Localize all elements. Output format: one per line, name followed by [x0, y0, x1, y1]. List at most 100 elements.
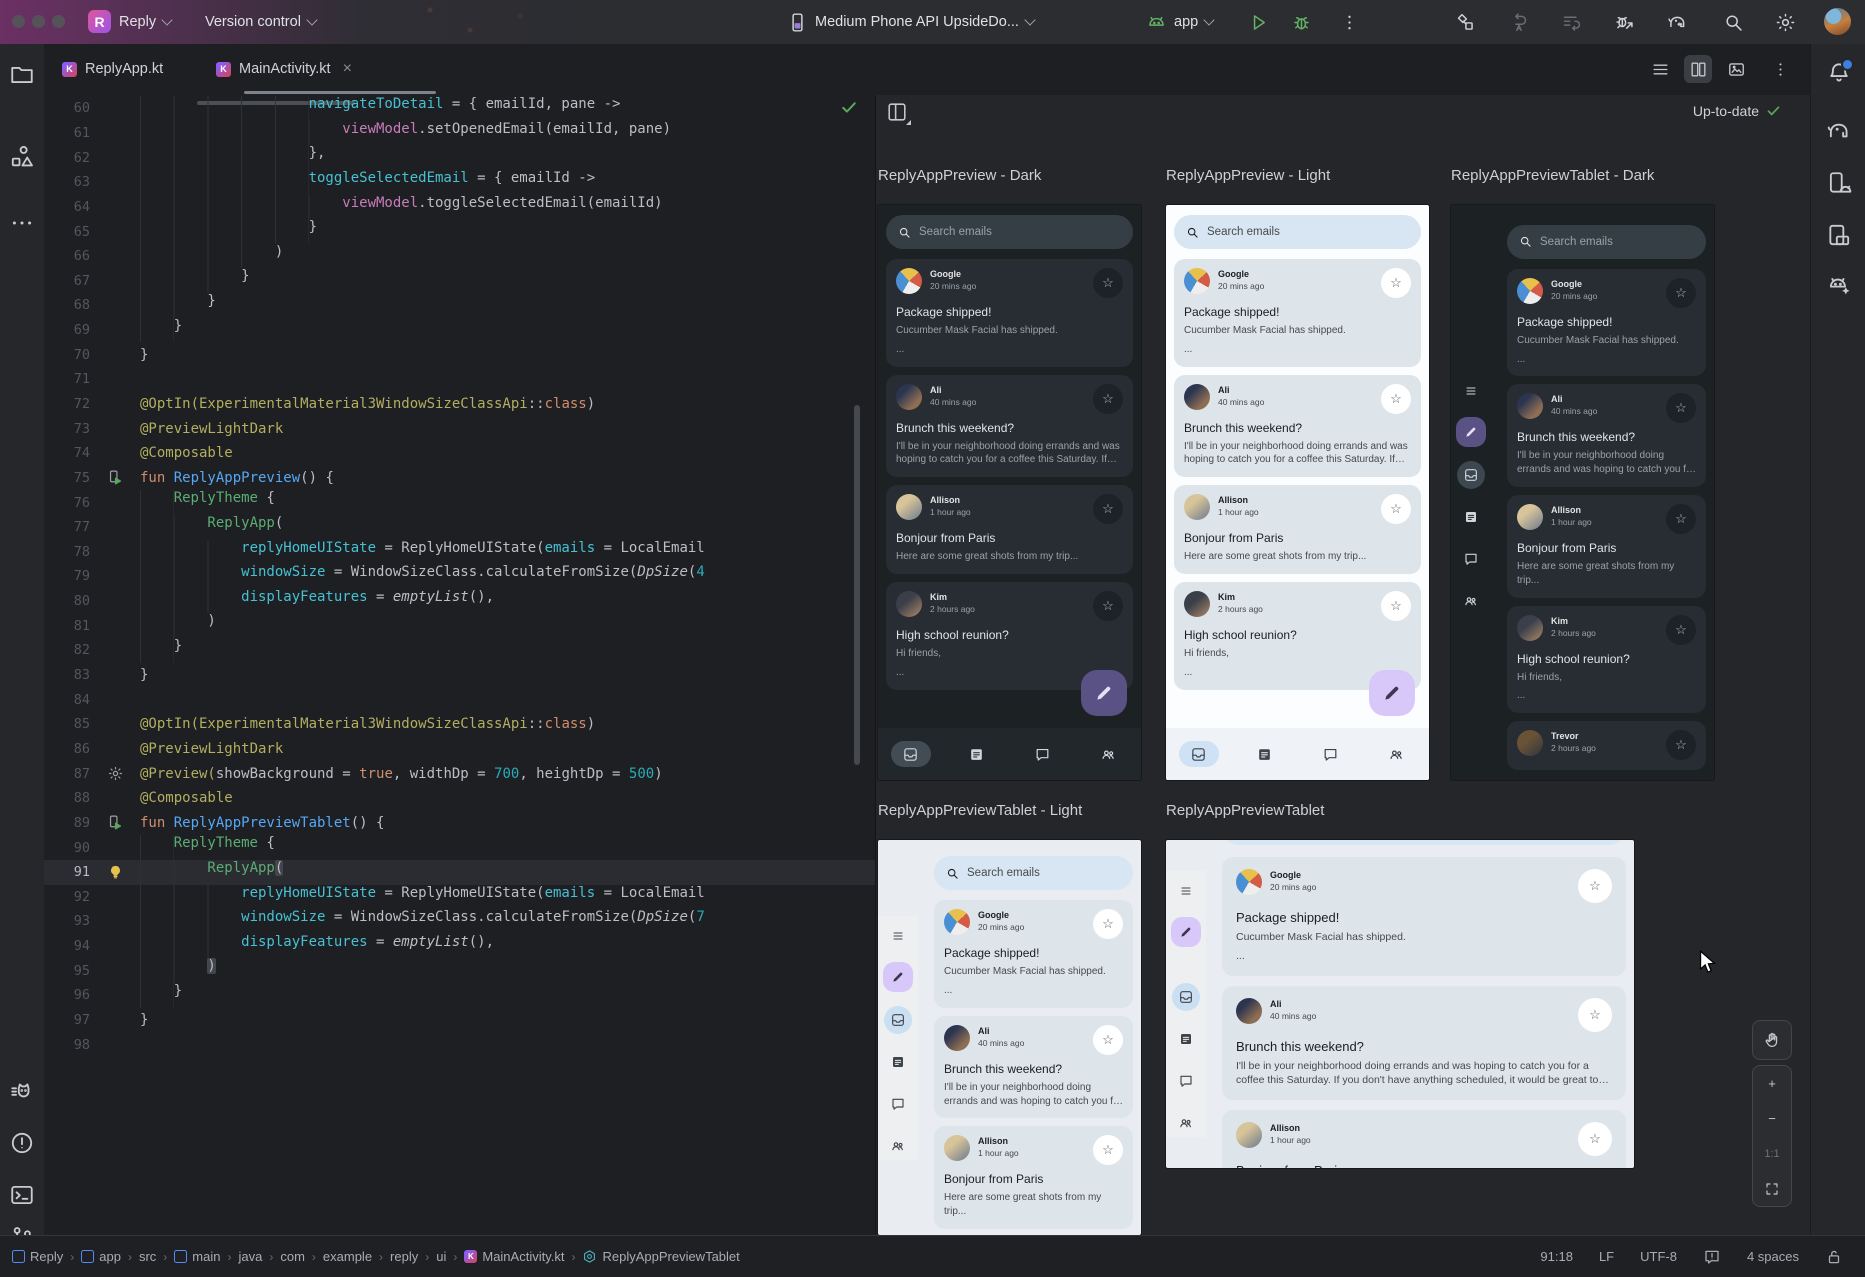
star-icon: ☆ — [1102, 916, 1114, 932]
breadcrumb-item[interactable]: java — [238, 1249, 262, 1264]
window-controls[interactable] — [12, 15, 72, 33]
hand-icon — [1763, 1031, 1781, 1049]
build-button[interactable] — [1450, 7, 1480, 37]
project-tool-button[interactable] — [9, 62, 35, 88]
lock-open-icon[interactable] — [1825, 1248, 1843, 1266]
title-bar: R Reply Version control Medium Phone API… — [0, 0, 1865, 45]
ali-avatar — [944, 1025, 970, 1051]
nav-chat-icon — [884, 1090, 912, 1118]
device-manager-button[interactable] — [1826, 170, 1852, 196]
project-widget[interactable]: Reply — [119, 0, 171, 44]
email-time: 2 hours ago — [1218, 604, 1263, 614]
close-icon[interactable]: × — [343, 60, 352, 78]
line-separator-widget[interactable]: LF — [1599, 1249, 1614, 1264]
logcat-tool-button[interactable] — [9, 1078, 35, 1104]
preview-list-mode-button[interactable] — [1646, 55, 1674, 83]
code-line: 84 — [44, 687, 875, 712]
device-selector[interactable]: Medium Phone API UpsideDo... — [787, 0, 1034, 44]
search-everywhere-button[interactable] — [1718, 7, 1748, 37]
encoding-widget[interactable]: UTF-8 — [1640, 1249, 1677, 1264]
zoom-in-button[interactable]: + — [1753, 1067, 1791, 1101]
breadcrumb-item[interactable]: reply — [390, 1249, 418, 1264]
chevron-down-icon — [161, 14, 172, 25]
code-line: 86@PreviewLightDark — [44, 737, 875, 762]
reply-app-preview: Search emails Google20 mins ago ☆Package… — [878, 840, 1141, 1235]
star-button: ☆ — [1093, 268, 1123, 298]
line-number: 69 — [44, 322, 90, 338]
layout-switch-icon[interactable] — [886, 101, 908, 123]
notifications-button[interactable] — [1826, 60, 1852, 86]
notifications-widget-icon[interactable] — [1703, 1248, 1721, 1266]
email-list-item: Allison1 hour ago ☆Bonjour from ParisHer… — [886, 485, 1133, 574]
breadcrumb-item[interactable]: main — [174, 1249, 220, 1264]
vcs-widget[interactable]: Version control — [205, 0, 316, 44]
gradle-tool-button[interactable] — [1826, 118, 1852, 144]
search-placeholder: Search emails — [1540, 236, 1613, 248]
zoom-to-fit-button[interactable] — [1753, 1172, 1791, 1206]
attach-debugger-button[interactable] — [1609, 7, 1639, 37]
breadcrumb-item[interactable]: ReplyAppPreviewTablet — [582, 1249, 739, 1264]
apply-code-changes-button[interactable] — [1556, 7, 1586, 37]
run-button[interactable] — [1243, 7, 1273, 37]
tab-replyapp[interactable]: K ReplyApp.kt — [62, 44, 163, 94]
gear-gutter-icon[interactable] — [90, 764, 140, 784]
star-icon: ☆ — [1102, 501, 1114, 517]
apply-changes-button[interactable] — [1503, 7, 1533, 37]
zoom-out-button[interactable]: − — [1753, 1102, 1791, 1136]
profile-avatar[interactable] — [1824, 8, 1851, 35]
breadcrumb-item[interactable]: src — [139, 1249, 156, 1264]
window-minimize-button[interactable] — [32, 15, 45, 28]
line-number: 66 — [44, 248, 90, 264]
breadcrumb-item[interactable]: example — [323, 1249, 372, 1264]
preview-gallery-mode-button[interactable] — [1722, 55, 1750, 83]
preview-card[interactable]: Search emails Google20 mins ago ☆Package… — [1166, 205, 1429, 780]
window-zoom-button[interactable] — [52, 15, 65, 28]
structure-tool-button[interactable] — [9, 144, 35, 170]
email-list-item: Google20 mins ago ☆Package shipped!Cucum… — [886, 259, 1133, 367]
breadcrumb-item[interactable]: app — [81, 1249, 121, 1264]
star-button: ☆ — [1381, 268, 1411, 298]
more-tool-windows-button[interactable] — [9, 210, 35, 236]
pan-tool-button[interactable] — [1752, 1020, 1792, 1060]
line-number: 72 — [44, 396, 90, 412]
gradle-elephant-icon — [1667, 12, 1688, 33]
indent-widget[interactable]: 4 spaces — [1747, 1249, 1799, 1264]
preview-grid-mode-button[interactable] — [1684, 55, 1712, 83]
settings-button[interactable] — [1770, 7, 1800, 37]
bulb-icon[interactable] — [90, 862, 140, 882]
tab-mainactivity[interactable]: K MainActivity.kt × — [216, 44, 352, 94]
preview-card[interactable]: Search emails Google20 mins ago ☆Package… — [878, 205, 1141, 780]
preview-card[interactable]: Search emails Google20 mins ago ☆Package… — [878, 840, 1141, 1235]
running-devices-button[interactable] — [1826, 222, 1852, 248]
email-time: 40 mins ago — [978, 1038, 1024, 1048]
line-number: 96 — [44, 987, 90, 1003]
gradle-sync-button[interactable] — [1662, 7, 1692, 37]
breadcrumb-item[interactable]: Reply — [12, 1249, 63, 1264]
search-emails-bar: Search emails — [934, 856, 1133, 890]
breadcrumb-item[interactable]: ui — [436, 1249, 446, 1264]
breadcrumb-item[interactable]: KMainActivity.kt — [464, 1249, 564, 1264]
zoom-actual-size-button[interactable]: 1:1 — [1753, 1137, 1791, 1171]
run-configuration[interactable]: app — [1146, 0, 1213, 44]
email-subject: Bonjour from Paris — [944, 1172, 1123, 1186]
terminal-tool-button[interactable] — [9, 1182, 35, 1208]
code-editor[interactable]: 60navigateToDetail = { emailId, pane ->6… — [44, 95, 875, 1235]
email-list-item: Ali40 mins ago ☆Brunch this weekend?I'll… — [1222, 986, 1626, 1100]
preview-more-button[interactable] — [1766, 55, 1794, 83]
run-preview-icon[interactable] — [90, 813, 140, 833]
run-preview-icon[interactable] — [90, 468, 140, 488]
upgrade-assistant-button[interactable] — [1826, 272, 1852, 298]
problems-tool-button[interactable] — [9, 1130, 35, 1156]
more-actions-button[interactable] — [1334, 7, 1364, 37]
preview-card[interactable]: Search emails Google20 mins ago ☆Package… — [1166, 840, 1634, 1168]
caret-position-widget[interactable]: 91:18 — [1540, 1249, 1573, 1264]
breadcrumb: Reply›app›src›main›java›com›example›repl… — [12, 1249, 740, 1264]
scrollbar-thumb-vertical[interactable] — [854, 405, 860, 765]
breadcrumb-item[interactable]: com — [280, 1249, 305, 1264]
window-close-button[interactable] — [12, 15, 25, 28]
email-subject: Brunch this weekend? — [1517, 430, 1696, 444]
star-button: ☆ — [1666, 730, 1696, 760]
debug-button[interactable] — [1286, 7, 1316, 37]
preview-card[interactable]: Search emails Google20 mins ago ☆Package… — [1451, 205, 1714, 780]
compose-fab — [1171, 917, 1201, 947]
